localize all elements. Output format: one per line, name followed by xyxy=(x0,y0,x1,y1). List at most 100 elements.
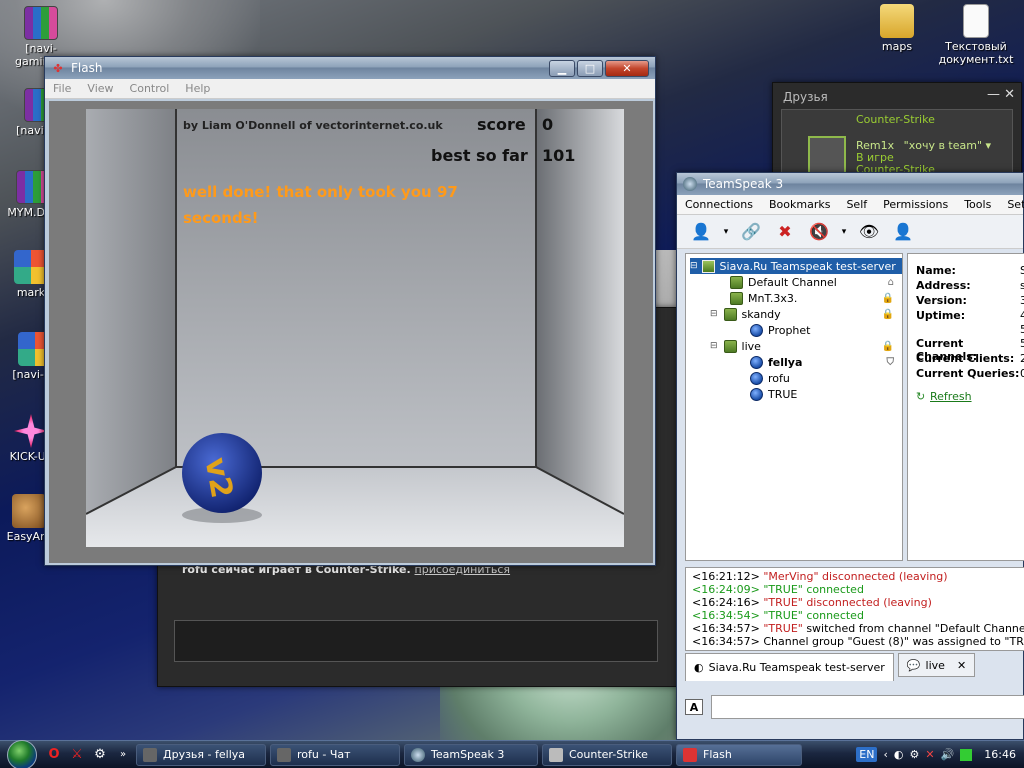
flash-stage[interactable]: v2 by Liam O'Donnell of vectorinternet.c… xyxy=(49,101,653,563)
shield-icon[interactable]: ⚔ xyxy=(67,745,87,765)
format-button[interactable]: A xyxy=(685,699,703,715)
event-log[interactable]: <16:21:12> "MerVing" disconnected (leavi… xyxy=(685,567,1024,651)
friends-list[interactable]: Counter-Strike Rem1x "хочу в team" ▾ В и… xyxy=(781,109,1013,179)
teamspeak-icon xyxy=(411,747,425,762)
desktop-icon-maps[interactable]: maps xyxy=(856,4,938,53)
friends-window[interactable]: Друзья — ✕ Counter-Strike Rem1x "хочу в … xyxy=(772,82,1022,182)
menu-control[interactable]: Control xyxy=(130,82,170,95)
flash-titlebar[interactable]: ✤ Flash ▁ □ ✕ xyxy=(45,57,655,79)
friend-line: Counter-Strike xyxy=(856,113,935,126)
score-value: 0 xyxy=(542,115,554,134)
chevron-left-icon[interactable]: ‹ xyxy=(883,748,887,761)
user-node[interactable]: TRUE xyxy=(750,386,797,402)
lock-icon: 🔒 xyxy=(881,308,894,320)
taskbar-item-chat[interactable]: rofu - Чат xyxy=(270,743,400,766)
dog-icon xyxy=(12,494,46,528)
taskbar-item-teamspeak[interactable]: TeamSpeak 3 xyxy=(404,743,538,766)
desktop-icon-label: mark xyxy=(16,286,46,299)
teamspeak-titlebar[interactable]: TeamSpeak 3 xyxy=(677,173,1023,195)
steam-icon[interactable]: ⚙ xyxy=(90,745,110,765)
taskbar-item-label: Друзья - fellya xyxy=(163,748,246,761)
close-button[interactable]: ✕ xyxy=(605,59,649,77)
channel-node[interactable]: MnT.3x3. 🔒 xyxy=(730,290,898,306)
flash-window[interactable]: ✤ Flash ▁ □ ✕ File View Control Help v2 … xyxy=(44,56,656,566)
menu-tools[interactable]: Tools xyxy=(956,198,999,211)
log-line: <16:34:54> "TRUE" connected xyxy=(692,609,1018,622)
bookmark-icon[interactable]: 🔗 xyxy=(737,219,765,245)
menu-file[interactable]: File xyxy=(53,82,71,95)
network-icon[interactable]: ✕ xyxy=(925,748,934,761)
refresh-icon[interactable]: ↻ xyxy=(916,390,925,403)
log-time: <16:24:16> xyxy=(692,596,760,609)
game-room[interactable]: v2 xyxy=(86,109,624,547)
user-node[interactable]: Prophet xyxy=(750,322,811,338)
collapse-icon[interactable]: ⊟ xyxy=(710,341,718,351)
desktop-icon-label: maps xyxy=(881,40,913,53)
maximize-button[interactable]: □ xyxy=(577,59,603,77)
channel-tree[interactable]: ⊟ Siava.Ru Teamspeak test-server Default… xyxy=(685,253,903,561)
archive-icon xyxy=(24,6,58,40)
chat-input-field[interactable] xyxy=(711,695,1024,719)
user-node[interactable]: rofu xyxy=(750,370,790,386)
status-icon[interactable] xyxy=(960,748,973,761)
server-node[interactable]: ⊟ Siava.Ru Teamspeak test-server xyxy=(690,258,902,274)
language-indicator[interactable]: EN xyxy=(856,747,878,762)
menu-bookmarks[interactable]: Bookmarks xyxy=(761,198,838,211)
friends-title: Друзья xyxy=(783,90,828,104)
menu-settings[interactable]: Settings xyxy=(999,198,1024,211)
menu-view[interactable]: View xyxy=(87,82,113,95)
channel-node[interactable]: Default Channel ⌂ xyxy=(730,274,898,290)
avatar[interactable] xyxy=(808,136,846,174)
tab-label: Siava.Ru Teamspeak test-server xyxy=(708,661,885,674)
teamspeak-window[interactable]: TeamSpeak 3 Connections Bookmarks Self P… xyxy=(676,172,1024,740)
game-credit: by Liam O'Donnell of vectorinternet.co.u… xyxy=(183,119,443,132)
user-icon xyxy=(750,355,763,369)
opera-icon[interactable]: O xyxy=(44,745,64,765)
menu-permissions[interactable]: Permissions xyxy=(875,198,956,211)
taskbar-item-flash[interactable]: Flash xyxy=(676,743,802,766)
contacts-icon[interactable]: 👤 xyxy=(889,219,917,245)
user-node[interactable]: fellya ⛉ xyxy=(750,354,898,370)
teamspeak-tray-icon[interactable]: ◐ xyxy=(894,748,904,761)
start-button[interactable] xyxy=(0,739,44,768)
clock[interactable]: 16:46 xyxy=(984,748,1016,761)
channel-node[interactable]: ⊟ skandy 🔒 xyxy=(710,306,898,322)
taskbar-item-label: Counter-Strike xyxy=(569,748,648,761)
friends-window-controls[interactable]: — ✕ xyxy=(987,87,1015,102)
menu-help[interactable]: Help xyxy=(185,82,210,95)
away-icon[interactable]: 👁 xyxy=(855,219,883,245)
chevron-more-icon[interactable]: » xyxy=(113,745,133,765)
minimize-button[interactable]: ▁ xyxy=(549,59,575,77)
log-line: <16:21:12> "MerVing" disconnected (leavi… xyxy=(692,570,1018,583)
taskbar: O ⚔ ⚙ » Друзья - fellya rofu - Чат TeamS… xyxy=(0,739,1024,768)
info-version-value: 3 xyxy=(1020,294,1024,307)
refresh-link[interactable]: Refresh xyxy=(930,390,972,403)
menu-connections[interactable]: Connections xyxy=(677,198,761,211)
tab-server[interactable]: ◐ Siava.Ru Teamspeak test-server xyxy=(685,653,894,681)
lock-icon: 🔒 xyxy=(881,340,894,352)
tab-live[interactable]: 💬 live ✕ xyxy=(897,653,976,677)
channel-node[interactable]: ⊟ live 🔒 xyxy=(710,338,898,354)
score-label: score xyxy=(477,115,526,134)
menu-self[interactable]: Self xyxy=(838,198,875,211)
connect-icon[interactable]: 👤 xyxy=(687,219,715,245)
chevron-down-icon[interactable]: ▾ xyxy=(721,219,731,245)
taskbar-item-counter-strike[interactable]: Counter-Strike xyxy=(542,743,672,766)
chevron-down-icon[interactable]: ▾ xyxy=(839,219,849,245)
collapse-icon[interactable]: ⊟ xyxy=(710,309,718,319)
kick-up-icon xyxy=(14,414,48,448)
user-icon xyxy=(750,323,763,337)
chat-input[interactable] xyxy=(174,620,658,662)
desktop-icon-text-document[interactable]: Текстовый документ.txt xyxy=(934,4,1018,66)
steam-tray-icon[interactable]: ⚙ xyxy=(910,748,920,761)
taskbar-item-friends[interactable]: Друзья - fellya xyxy=(136,743,266,766)
collapse-icon[interactable]: ⊟ xyxy=(690,261,698,271)
mute-icon[interactable]: 🔇 xyxy=(805,219,833,245)
log-name: "TRUE" xyxy=(763,596,803,609)
close-icon[interactable]: ✕ xyxy=(957,659,966,672)
info-queries-value: 0 xyxy=(1020,367,1024,380)
volume-icon[interactable]: 🔊 xyxy=(941,748,955,761)
channel-icon xyxy=(730,275,743,289)
chevron-down-icon[interactable]: ▾ xyxy=(986,139,992,152)
disconnect-icon[interactable]: ✖ xyxy=(771,219,799,245)
